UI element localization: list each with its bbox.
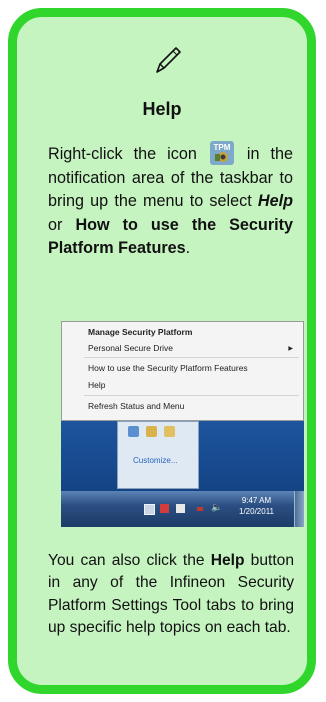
taskbar-clock[interactable]: 9:47 AM 1/20/2011 xyxy=(239,495,274,517)
flag-icon[interactable] xyxy=(160,504,169,513)
menu-item-how-to-use[interactable]: How to use the Security Platform Feature… xyxy=(88,363,248,373)
help-card: Help Right-click the icon TPM in the not… xyxy=(8,8,316,694)
tray-icon[interactable] xyxy=(164,426,175,437)
tray-icon[interactable] xyxy=(128,426,139,437)
menu-item-help[interactable]: Help xyxy=(88,380,105,390)
tpm-icon: TPM xyxy=(209,141,234,165)
card-title: Help xyxy=(142,99,182,119)
submenu-arrow-icon: ▶ xyxy=(288,346,293,352)
show-desktop-button[interactable] xyxy=(294,491,304,527)
taskbar: 🔈 9:47 AM 1/20/2011 xyxy=(61,491,304,527)
tray-overflow-panel: Customize... xyxy=(117,421,199,489)
pen-icon xyxy=(156,47,181,73)
tpm-tray-icon[interactable] xyxy=(197,507,203,511)
tray-icon[interactable] xyxy=(144,504,155,515)
customize-link[interactable]: Customize... xyxy=(133,456,177,465)
menu-separator xyxy=(84,395,299,396)
svg-text:TPM: TPM xyxy=(213,143,230,152)
tray-icon[interactable] xyxy=(146,426,157,437)
context-menu: Manage Security Platform Personal Secure… xyxy=(61,321,304,421)
volume-icon[interactable]: 🔈 xyxy=(211,502,222,512)
instruction-paragraph: Right-click the icon TPM in the notifica… xyxy=(48,141,294,257)
menu-item-manage[interactable]: Manage Security Platform xyxy=(88,327,192,337)
menu-item-refresh[interactable]: Refresh Status and Menu xyxy=(88,401,184,411)
menu-separator xyxy=(84,357,299,358)
network-icon[interactable] xyxy=(176,504,185,513)
notification-screenshot: Manage Security Platform Personal Secure… xyxy=(61,321,304,527)
help-button-paragraph: You can also click the Help button in an… xyxy=(48,552,295,636)
menu-item-personal-secure-drive[interactable]: Personal Secure Drive xyxy=(88,343,173,353)
